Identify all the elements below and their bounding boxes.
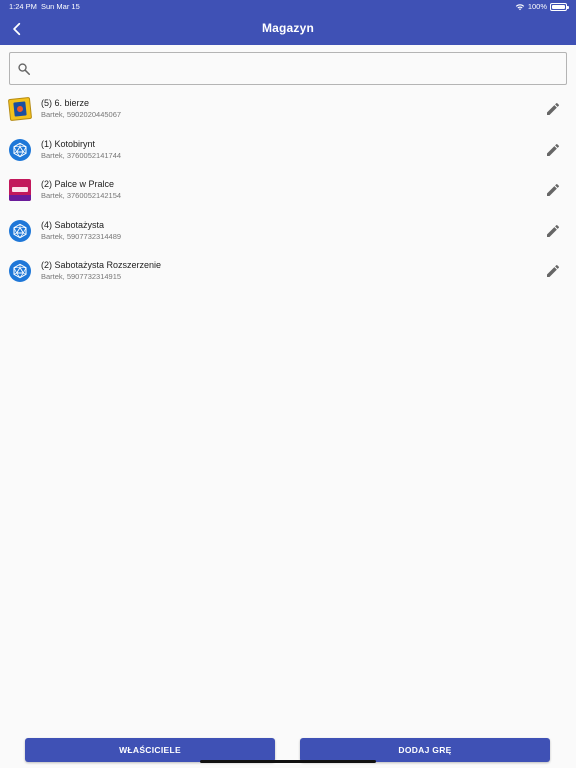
list-item[interactable]: (5) 6. bierze Bartek, 5902020445067 [0, 89, 576, 130]
list-item[interactable]: (4) Sabotażysta Bartek, 5907732314489 [0, 211, 576, 252]
pencil-icon [547, 264, 560, 277]
search-field[interactable] [9, 52, 567, 85]
d20-dice-icon [13, 223, 27, 238]
game-owner-barcode: Bartek, 3760052142154 [41, 191, 122, 200]
app-bar: 1:24 PM Sun Mar 15 100% Magazyn [0, 0, 576, 45]
battery-percent: 100% [527, 2, 547, 11]
d20-dice-icon [13, 263, 27, 279]
list-item[interactable]: (1) Kotobirynt Bartek, 3760052141744 [0, 130, 576, 171]
game-thumbnail [9, 219, 31, 242]
list-item[interactable]: (2) Sabotażysta Rozszerzenie Bartek, 5907… [0, 251, 576, 292]
game-owner-barcode: Bartek, 5907732314915 [41, 272, 122, 281]
owners-button[interactable]: WŁAŚCICIELE [25, 738, 275, 762]
pencil-icon [547, 102, 560, 115]
battery-fill [552, 5, 565, 9]
game-title: (2) Palce w Pralce [41, 179, 115, 189]
game-box-image [9, 179, 31, 201]
edit-button[interactable] [545, 142, 561, 158]
status-right: 100% [515, 0, 569, 14]
game-list: (5) 6. bierze Bartek, 5902020445067 (1) Ko… [0, 89, 576, 292]
game-title: (4) Sabotażysta [41, 219, 105, 230]
navigation-bar: Magazyn [0, 14, 576, 45]
game-owner-barcode: Bartek, 5907732314489 [41, 231, 122, 241]
game-owner-barcode: Bartek, 3760052141744 [41, 150, 122, 160]
game-thumbnail [9, 260, 31, 282]
status-date: Sun Mar 15 [41, 2, 80, 11]
battery-icon [550, 3, 569, 11]
pencil-icon [547, 183, 560, 196]
pencil-icon [547, 143, 560, 156]
game-box-image [7, 96, 33, 122]
page-title: Magazyn [261, 21, 315, 35]
game-title: (5) 6. bierze [41, 98, 90, 108]
add-game-button[interactable]: DODAJ GRĘ [300, 738, 550, 762]
pencil-icon [547, 224, 560, 237]
wifi-icon [515, 4, 525, 11]
game-title: (1) Kotobirynt [41, 138, 96, 149]
edit-button[interactable] [545, 182, 561, 198]
edit-button[interactable] [545, 263, 561, 279]
game-thumbnail [9, 138, 31, 161]
game-title: (2) Sabotażysta Rozszerzenie [41, 260, 162, 270]
search-icon [18, 63, 31, 76]
edit-button[interactable] [545, 101, 561, 117]
list-item[interactable]: (2) Palce w Pralce Bartek, 3760052142154 [0, 170, 576, 211]
home-indicator [200, 760, 376, 763]
search-input[interactable] [38, 53, 560, 84]
status-bar: 1:24 PM Sun Mar 15 100% [0, 0, 576, 14]
game-owner-barcode: Bartek, 5902020445067 [41, 110, 122, 119]
status-time: 1:24 PM [9, 2, 37, 11]
edit-button[interactable] [545, 223, 561, 239]
d20-dice-icon [13, 142, 27, 157]
